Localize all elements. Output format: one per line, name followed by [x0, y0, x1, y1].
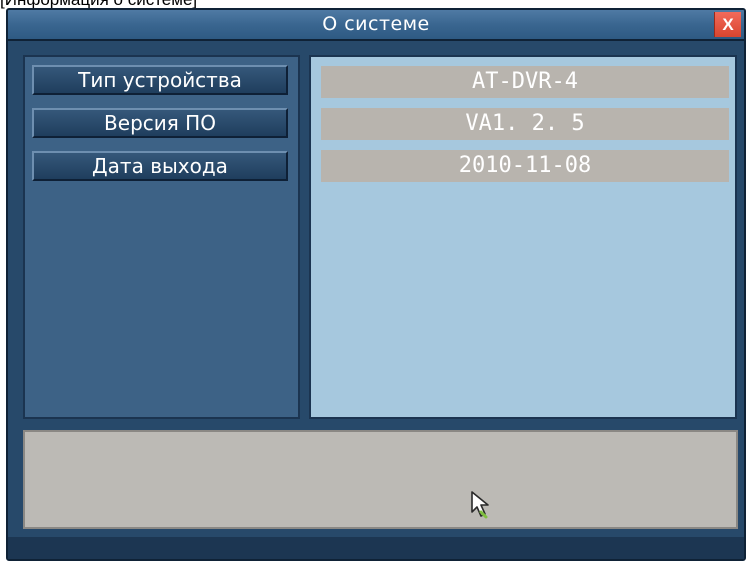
values-panel: AT-DVR-4 VA1. 2. 5 2010-11-08	[309, 55, 737, 419]
firmware-version-value: VA1. 2. 5	[321, 108, 729, 140]
mouse-cursor-icon	[471, 491, 489, 519]
release-date-value: 2010-11-08	[321, 150, 729, 182]
status-area	[23, 430, 738, 529]
page: [Информация о системе] О системе X Тип у…	[0, 0, 753, 567]
firmware-version-label: Версия ПО	[32, 108, 288, 138]
dialog-title: О системе	[322, 13, 430, 35]
dialog-bottom-bar	[8, 537, 744, 559]
system-info-dialog: О системе X Тип устройства Версия ПО Дат…	[6, 8, 746, 561]
device-type-value: AT-DVR-4	[321, 66, 729, 98]
release-date-label: Дата выхода	[32, 151, 288, 181]
labels-panel: Тип устройства Версия ПО Дата выхода	[23, 55, 300, 419]
device-type-label: Тип устройства	[32, 65, 288, 95]
close-button[interactable]: X	[714, 12, 741, 37]
dialog-titlebar: О системе X	[8, 10, 744, 41]
